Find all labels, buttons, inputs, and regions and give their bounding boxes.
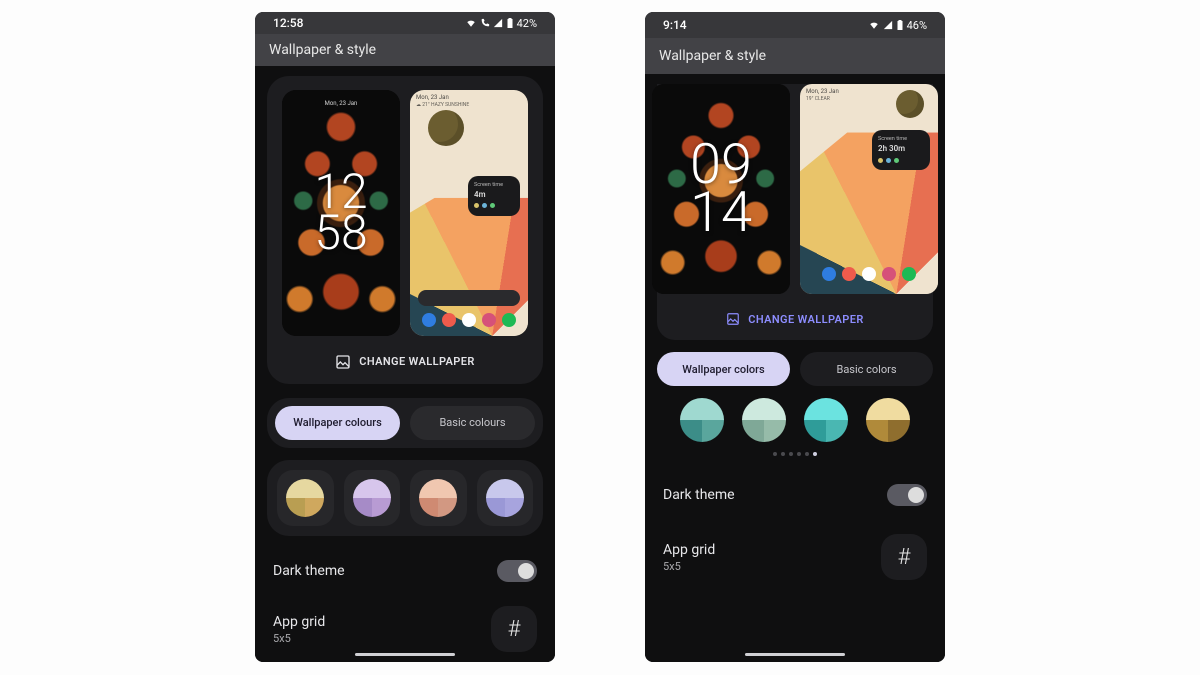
signal-icon	[883, 20, 893, 30]
color-swatch[interactable]	[410, 470, 467, 527]
app-grid-row[interactable]: App grid 5x5 #	[267, 592, 543, 652]
dock-icon	[822, 267, 836, 281]
color-source-tabs: Wallpaper colours Basic colours	[267, 398, 543, 448]
change-wallpaper-button[interactable]: CHANGE WALLPAPER	[335, 354, 475, 370]
status-icons: 42%	[465, 17, 537, 30]
dark-theme-toggle[interactable]	[887, 484, 927, 506]
swatch-page-indicator	[657, 452, 933, 456]
tab-wallpaper-colours[interactable]: Wallpaper colours	[275, 406, 400, 440]
battery-icon	[896, 19, 904, 31]
dock-icon	[502, 313, 516, 327]
image-icon	[726, 312, 740, 326]
image-icon	[335, 354, 351, 370]
page-title: Wallpaper & style	[645, 38, 945, 74]
app-grid-value: 5x5	[663, 560, 715, 573]
dock-icon	[902, 267, 916, 281]
home-weather-line: 19° CLEAR	[806, 96, 830, 102]
lock-clock: 12 58	[282, 90, 400, 336]
page-dot[interactable]	[797, 452, 801, 456]
color-swatches	[657, 398, 933, 442]
color-swatch[interactable]	[866, 398, 910, 442]
dock-icon	[442, 313, 456, 327]
analog-clock-widget	[428, 110, 464, 146]
status-bar: 12:58 42%	[255, 12, 555, 34]
page-dot[interactable]	[781, 452, 785, 456]
app-grid-label: App grid	[663, 542, 715, 558]
battery-percent: 42%	[517, 17, 537, 30]
dock	[410, 310, 528, 330]
app-grid-value: 5x5	[273, 632, 325, 645]
battery-percent: 46%	[907, 19, 927, 32]
screen-time-widget: Screen time 2h 30m	[872, 130, 930, 170]
tab-basic-colours[interactable]: Basic colours	[410, 406, 535, 440]
color-source-tabs: Wallpaper colors Basic colors	[657, 352, 933, 386]
color-swatches	[267, 460, 543, 537]
home-weather-line: ☁ 21° HAZY SUNSHINE	[416, 102, 469, 108]
color-swatch[interactable]	[344, 470, 401, 527]
homescreen-preview[interactable]: Mon, 23 Jan 19° CLEAR Screen time 2h 30m	[800, 84, 938, 294]
status-bar: 9:14 46%	[645, 12, 945, 38]
homescreen-preview[interactable]: Mon, 23 Jan ☁ 21° HAZY SUNSHINE Screen t…	[410, 90, 528, 336]
change-wallpaper-button[interactable]: CHANGE WALLPAPER	[726, 312, 864, 326]
phone-right: 9:14 46% Wallpaper & style 09 14	[645, 12, 945, 662]
home-status-line: Mon, 23 Jan	[416, 94, 449, 101]
dock-icon	[482, 313, 496, 327]
page-title: Wallpaper & style	[255, 34, 555, 65]
app-grid-label: App grid	[273, 614, 325, 630]
battery-icon	[506, 17, 514, 29]
dark-theme-label: Dark theme	[273, 563, 345, 579]
dock-icon	[842, 267, 856, 281]
dock-icon	[462, 313, 476, 327]
color-swatch[interactable]	[804, 398, 848, 442]
hash-icon: #	[898, 545, 911, 570]
lock-clock: 09 14	[652, 84, 790, 294]
wifi-calling-icon	[480, 18, 490, 28]
content: 09 14 Mon, 23 Jan 19° CLEAR Screen time …	[645, 74, 945, 662]
tab-wallpaper-colors[interactable]: Wallpaper colors	[657, 352, 790, 386]
dock	[800, 264, 938, 284]
color-swatch[interactable]	[277, 470, 334, 527]
home-status-line: Mon, 23 Jan	[806, 88, 839, 95]
app-grid-button[interactable]: #	[881, 534, 927, 580]
status-icons: 46%	[868, 19, 927, 32]
color-swatch[interactable]	[742, 398, 786, 442]
dock-icon	[882, 267, 896, 281]
wifi-icon	[465, 18, 477, 28]
wallpaper-preview-card: Mon, 23 Jan 12 58 Mon, 23 Jan ☁ 21° HAZY…	[267, 76, 543, 384]
wallpaper-preview-card: 09 14 Mon, 23 Jan 19° CLEAR Screen time …	[657, 84, 933, 340]
app-grid-row[interactable]: App grid 5x5 #	[657, 520, 933, 580]
status-time: 12:58	[273, 16, 303, 30]
page-dot[interactable]	[805, 452, 809, 456]
page-dot[interactable]	[773, 452, 777, 456]
page-dot[interactable]	[789, 452, 793, 456]
tab-basic-colors[interactable]: Basic colors	[800, 352, 933, 386]
analog-clock-widget	[896, 90, 924, 118]
gesture-nav-bar[interactable]	[355, 653, 455, 656]
status-time: 9:14	[663, 18, 687, 32]
dark-theme-toggle[interactable]	[497, 560, 537, 582]
dark-theme-row: Dark theme	[657, 470, 933, 506]
dark-theme-row: Dark theme	[267, 546, 543, 582]
lockscreen-preview[interactable]: 09 14	[652, 84, 790, 294]
content: Mon, 23 Jan 12 58 Mon, 23 Jan ☁ 21° HAZY…	[255, 66, 555, 663]
screen-time-widget: Screen time 4m	[468, 176, 520, 216]
app-grid-button[interactable]: #	[491, 606, 537, 652]
dock-icon	[862, 267, 876, 281]
color-swatch[interactable]	[680, 398, 724, 442]
search-bar	[418, 290, 520, 306]
dark-theme-label: Dark theme	[663, 487, 735, 503]
lockscreen-preview[interactable]: Mon, 23 Jan 12 58	[282, 90, 400, 336]
page-dot[interactable]	[813, 452, 817, 456]
gesture-nav-bar[interactable]	[745, 653, 845, 656]
signal-icon	[493, 18, 503, 28]
phone-left: 12:58 42% Wallpaper & style Mon, 23 Jan …	[255, 12, 555, 662]
hash-icon: #	[508, 617, 521, 642]
color-swatch[interactable]	[477, 470, 534, 527]
wifi-icon	[868, 20, 880, 30]
dock-icon	[422, 313, 436, 327]
